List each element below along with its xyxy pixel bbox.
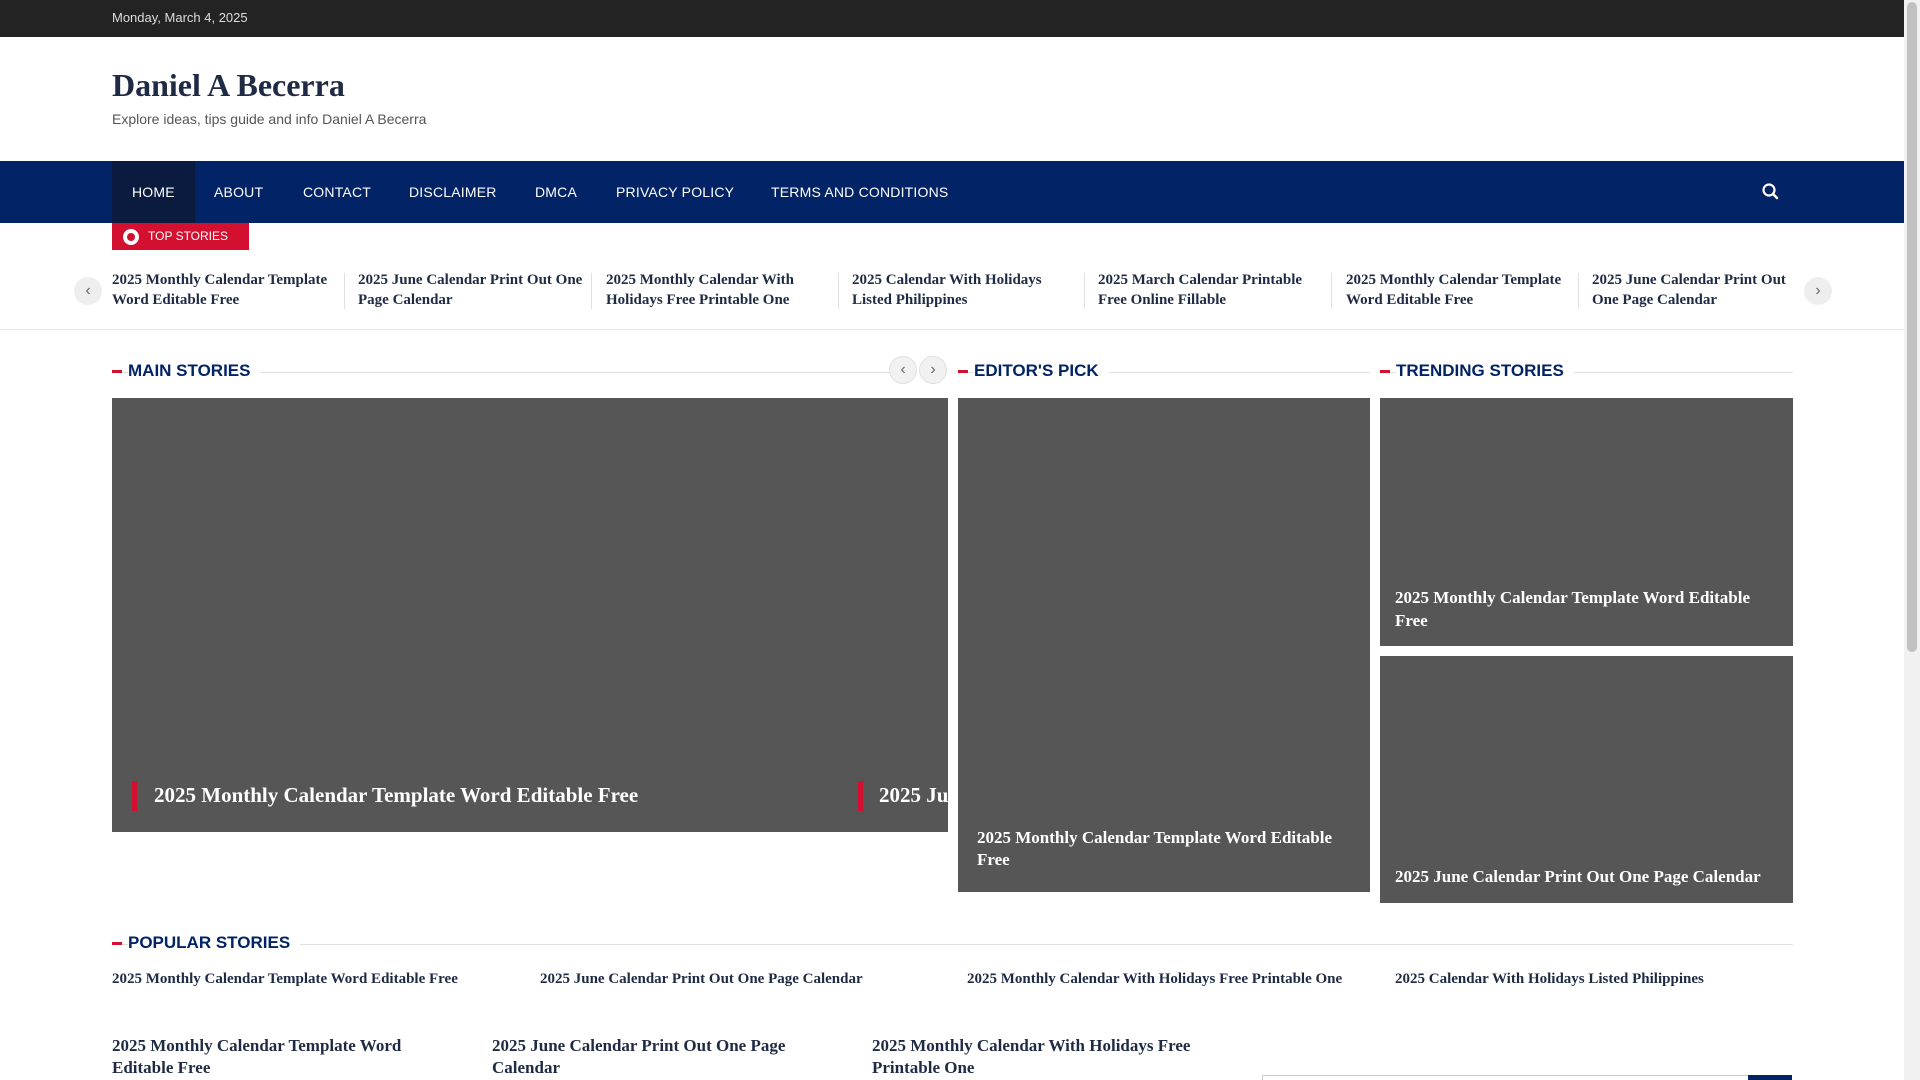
ticker-prev-button[interactable]: ‹: [74, 277, 102, 305]
ticker-divider: [1331, 273, 1332, 309]
popular-story-link[interactable]: 2025 Monthly Calendar With Holidays Free…: [967, 971, 1342, 988]
nav-disclaimer[interactable]: DISCLAIMER: [409, 161, 497, 223]
record-icon: [123, 229, 139, 245]
grid-post-title[interactable]: 2025 June Calendar Print Out One Page Ca…: [492, 1035, 832, 1079]
grid-post-title[interactable]: 2025 Monthly Calendar With Holidays Free…: [872, 1035, 1212, 1079]
ticker-divider: [344, 273, 345, 309]
sidebar-search-input[interactable]: [1262, 1075, 1749, 1080]
scrollbar-thumb[interactable]: [1907, 2, 1917, 652]
page-scrollbar[interactable]: [1904, 0, 1920, 1080]
heading-accent: [1380, 370, 1390, 373]
trending-card[interactable]: 2025 Monthly Calendar Template Word Edit…: [1380, 398, 1793, 646]
grid-post-title[interactable]: 2025 Monthly Calendar Template Word Edit…: [112, 1035, 452, 1079]
main-navigation: HOME ABOUT CONTACT DISCLAIMER DMCA PRIVA…: [0, 161, 1904, 223]
ticker-next-button[interactable]: ›: [1804, 277, 1832, 305]
main-stories-heading: MAIN STORIES: [112, 361, 890, 381]
ticker-item[interactable]: 2025 June Calendar Print Out One Page Ca…: [1592, 270, 1792, 310]
nav-terms-and-conditions[interactable]: TERMS AND CONDITIONS: [771, 161, 948, 223]
main-stories-next-button[interactable]: ›: [919, 356, 947, 384]
trending-card[interactable]: 2025 June Calendar Print Out One Page Ca…: [1380, 656, 1793, 903]
chevron-left-icon: ‹: [85, 282, 91, 299]
nav-about[interactable]: ABOUT: [214, 161, 263, 223]
heading-accent: [112, 942, 122, 945]
ticker-item[interactable]: 2025 Monthly Calendar With Holidays Free…: [606, 270, 836, 310]
heading-rule: [112, 944, 1793, 945]
site-tagline: Explore ideas, tips guide and info Danie…: [112, 111, 427, 127]
ticker-item[interactable]: 2025 Monthly Calendar Template Word Edit…: [1346, 270, 1576, 310]
ticker-divider: [1578, 273, 1579, 309]
search-icon[interactable]: [1760, 181, 1782, 203]
popular-story-link[interactable]: 2025 Calendar With Holidays Listed Phili…: [1395, 971, 1704, 988]
editors-pick-heading: EDITOR'S PICK: [958, 361, 1370, 381]
top-bar: Monday, March 4, 2025: [0, 0, 1904, 37]
ticker-divider: [838, 273, 839, 309]
heading-accent: [958, 370, 968, 373]
top-stories-ticker: TOP STORIES ‹ › 2025 Monthly Calendar Te…: [0, 223, 1904, 330]
ticker-item[interactable]: 2025 March Calendar Printable Free Onlin…: [1098, 270, 1328, 310]
ticker-divider: [591, 273, 592, 309]
editors-pick-story-title[interactable]: 2025 Monthly Calendar Template Word Edit…: [977, 827, 1352, 871]
site-header: Daniel A Becerra Explore ideas, tips gui…: [0, 37, 1904, 161]
sidebar-search-button[interactable]: [1748, 1075, 1792, 1080]
popular-stories-heading: POPULAR STORIES: [112, 933, 1793, 953]
nav-contact[interactable]: CONTACT: [303, 161, 371, 223]
top-stories-label: TOP STORIES: [112, 223, 249, 250]
ticker-divider: [1084, 273, 1085, 309]
popular-story-link[interactable]: 2025 Monthly Calendar Template Word Edit…: [112, 971, 458, 988]
top-stories-label-text: TOP STORIES: [148, 229, 229, 243]
editors-pick-title: EDITOR'S PICK: [974, 361, 1109, 381]
trending-story-title[interactable]: 2025 June Calendar Print Out One Page Ca…: [1395, 866, 1780, 888]
trending-stories-title: TRENDING STORIES: [1396, 361, 1574, 381]
ticker-item[interactable]: 2025 Calendar With Holidays Listed Phili…: [852, 270, 1082, 310]
main-slide-title[interactable]: 2025 Monthly Calendar Template Word Edit…: [154, 783, 638, 808]
main-slide-title[interactable]: 2025 Jun: [879, 783, 948, 808]
chevron-right-icon: ›: [930, 361, 936, 378]
popular-stories-title: POPULAR STORIES: [128, 933, 301, 953]
heading-accent: [112, 370, 122, 373]
main-stories-prev-button[interactable]: ‹: [889, 356, 917, 384]
nav-dmca[interactable]: DMCA: [535, 161, 577, 223]
slide-accent-bar: [132, 781, 137, 811]
chevron-left-icon: ‹: [900, 361, 906, 378]
nav-privacy-policy[interactable]: PRIVACY POLICY: [616, 161, 734, 223]
trending-story-title[interactable]: 2025 Monthly Calendar Template Word Edit…: [1395, 586, 1775, 632]
ticker-item[interactable]: 2025 Monthly Calendar Template Word Edit…: [112, 270, 342, 310]
main-stories-title: MAIN STORIES: [128, 361, 261, 381]
nav-home[interactable]: HOME: [112, 161, 195, 223]
main-stories-slider[interactable]: 2025 Monthly Calendar Template Word Edit…: [112, 398, 948, 832]
trending-stories-heading: TRENDING STORIES: [1380, 361, 1793, 381]
editors-pick-card[interactable]: 2025 Monthly Calendar Template Word Edit…: [958, 398, 1370, 892]
slide-accent-bar: [858, 781, 863, 811]
ticker-item[interactable]: 2025 June Calendar Print Out One Page Ca…: [358, 270, 588, 310]
chevron-right-icon: ›: [1815, 282, 1821, 299]
popular-story-link[interactable]: 2025 June Calendar Print Out One Page Ca…: [540, 971, 863, 988]
site-title[interactable]: Daniel A Becerra: [112, 67, 345, 104]
current-date: Monday, March 4, 2025: [112, 10, 248, 25]
